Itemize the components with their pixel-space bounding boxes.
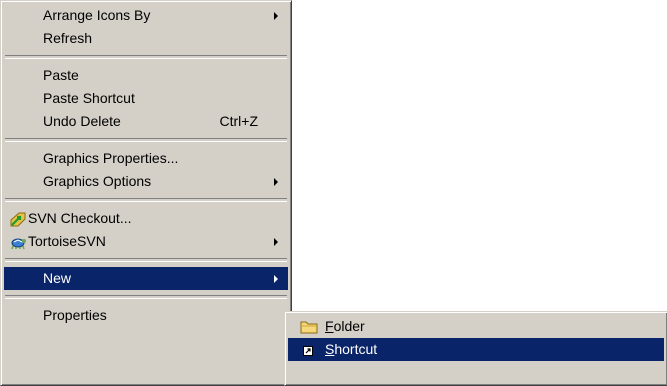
menu-item-label-rest: hortcut [334, 341, 378, 357]
submenu-item-folder[interactable]: Folder [288, 315, 664, 338]
mnemonic-letter: S [325, 341, 335, 357]
menu-separator [5, 138, 287, 142]
menu-item-label: Paste [43, 67, 79, 83]
menu-item-label: Properties [43, 307, 107, 323]
menu-separator [5, 258, 287, 262]
menu-item-arrange-icons-by[interactable]: Arrange Icons By [4, 4, 288, 27]
menu-item-new[interactable]: New [4, 267, 288, 290]
desktop-context-menu: Arrange Icons By Refresh Paste Paste Sho… [0, 0, 292, 386]
menu-item-paste-shortcut[interactable]: Paste Shortcut [4, 87, 288, 110]
menu-item-label-rest: older [333, 318, 365, 334]
folder-icon [300, 321, 318, 334]
menu-item-graphics-properties[interactable]: Graphics Properties... [4, 147, 288, 170]
menu-item-label: Shortcut [325, 338, 377, 361]
shortcut-icon [303, 346, 313, 356]
submenu-arrow-icon [274, 238, 278, 246]
menu-separator [5, 295, 287, 299]
menu-separator [5, 55, 287, 59]
menu-item-label: Graphics Options [43, 173, 152, 189]
menu-item-label: Folder [325, 315, 365, 338]
menu-item-label: Graphics Properties... [43, 150, 179, 166]
menu-item-label: Refresh [43, 30, 93, 46]
menu-item-label: Arrange Icons By [43, 7, 151, 23]
submenu-item-shortcut[interactable]: Shortcut [288, 338, 664, 361]
mnemonic-letter: F [325, 318, 334, 334]
new-submenu: Folder Shortcut [284, 311, 667, 386]
svn-checkout-icon [10, 212, 26, 227]
menu-item-label: Undo Delete [43, 113, 121, 129]
submenu-arrow-icon [274, 275, 278, 283]
menu-item-refresh[interactable]: Refresh [4, 27, 288, 50]
menu-item-tortoisesvn[interactable]: TortoiseSVN [4, 230, 288, 253]
menu-item-label: TortoiseSVN [28, 233, 106, 249]
menu-item-undo-delete[interactable]: Undo Delete Ctrl+Z [4, 110, 288, 133]
menu-item-label: New [43, 270, 72, 286]
submenu-arrow-icon [274, 12, 278, 20]
menu-item-label: SVN Checkout... [28, 210, 132, 226]
menu-item-label: Paste Shortcut [43, 90, 135, 106]
menu-item-graphics-options[interactable]: Graphics Options [4, 170, 288, 193]
submenu-arrow-icon [274, 178, 278, 186]
tortoisesvn-icon [11, 238, 26, 250]
menu-item-properties[interactable]: Properties [4, 304, 288, 327]
menu-item-shortcut-key: Ctrl+Z [219, 113, 259, 129]
menu-item-paste[interactable]: Paste [4, 64, 288, 87]
menu-item-svn-checkout[interactable]: SVN Checkout... [4, 207, 288, 230]
menu-separator [5, 198, 287, 202]
